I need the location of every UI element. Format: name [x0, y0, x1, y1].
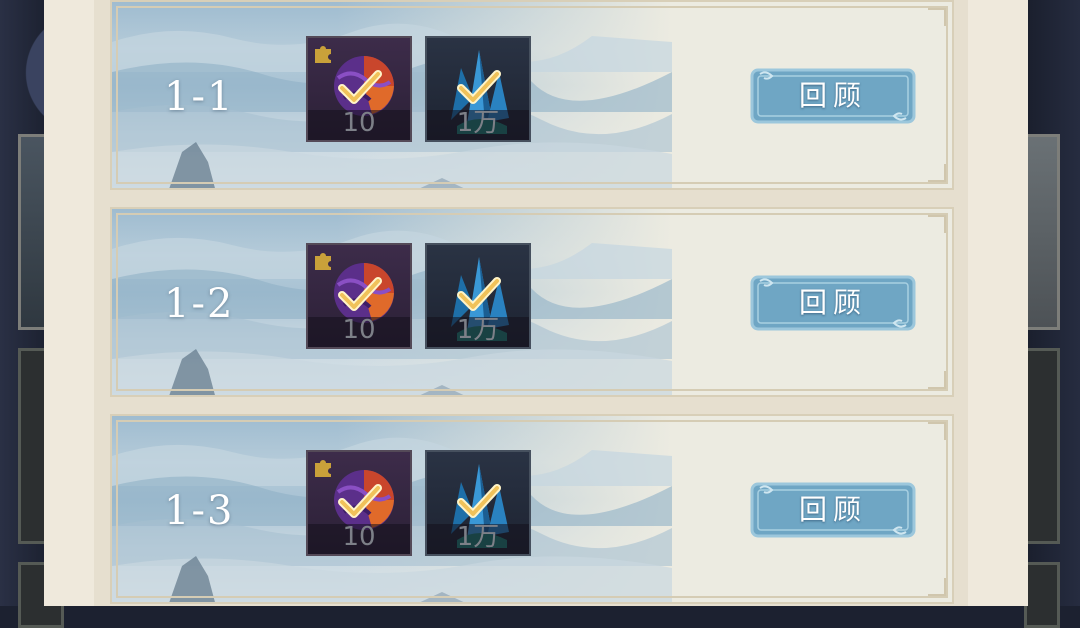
review-button-label: 回顾 — [798, 493, 867, 526]
claimed-check-icon — [338, 70, 382, 104]
side-card-right — [1024, 348, 1060, 544]
card-corner-ornament — [928, 422, 946, 440]
puzzle-piece-icon — [315, 253, 331, 270]
claimed-check-icon — [457, 484, 501, 518]
claimed-check-icon — [338, 277, 382, 311]
review-button[interactable]: 回顾 — [750, 273, 916, 333]
reward-quantity: 10 — [342, 522, 376, 552]
stage-card: 1-2 10 1万 回顾 — [110, 207, 954, 397]
reward-slot[interactable]: 1万 — [425, 450, 531, 556]
puzzle-piece-icon — [315, 460, 331, 477]
claimed-check-icon — [457, 277, 501, 311]
card-corner-ornament — [928, 8, 946, 26]
card-corner-ornament — [928, 215, 946, 233]
card-corner-ornament — [928, 371, 946, 389]
reward-slot[interactable]: 10 — [306, 450, 412, 556]
review-button-label: 回顾 — [798, 286, 867, 319]
side-card-right — [1024, 562, 1060, 628]
reward-quantity: 10 — [342, 315, 376, 345]
reward-slot[interactable]: 1万 — [425, 36, 531, 142]
card-corner-ornament — [928, 578, 946, 596]
reward-quantity: 10 — [342, 108, 376, 138]
reward-slot[interactable]: 10 — [306, 243, 412, 349]
review-button[interactable]: 回顾 — [750, 480, 916, 540]
card-corner-ornament — [928, 164, 946, 182]
reward-slot[interactable]: 10 — [306, 36, 412, 142]
review-button[interactable]: 回顾 — [750, 66, 916, 126]
stage-number-label: 1-1 — [164, 74, 235, 120]
claimed-check-icon — [338, 484, 382, 518]
stage-number-label: 1-2 — [164, 281, 235, 327]
stage-number-label: 1-3 — [164, 488, 235, 534]
reward-quantity: 1万 — [456, 315, 500, 345]
stage-card: 1-1 10 1万 回顾 — [110, 0, 954, 190]
review-button-label: 回顾 — [798, 79, 867, 112]
puzzle-piece-icon — [315, 46, 331, 63]
reward-slot[interactable]: 1万 — [425, 243, 531, 349]
side-card-right — [1024, 134, 1060, 330]
reward-quantity: 1万 — [456, 108, 500, 138]
claimed-check-icon — [457, 70, 501, 104]
reward-quantity: 1万 — [456, 522, 500, 552]
stage-card: 1-3 10 1万 回顾 — [110, 414, 954, 604]
